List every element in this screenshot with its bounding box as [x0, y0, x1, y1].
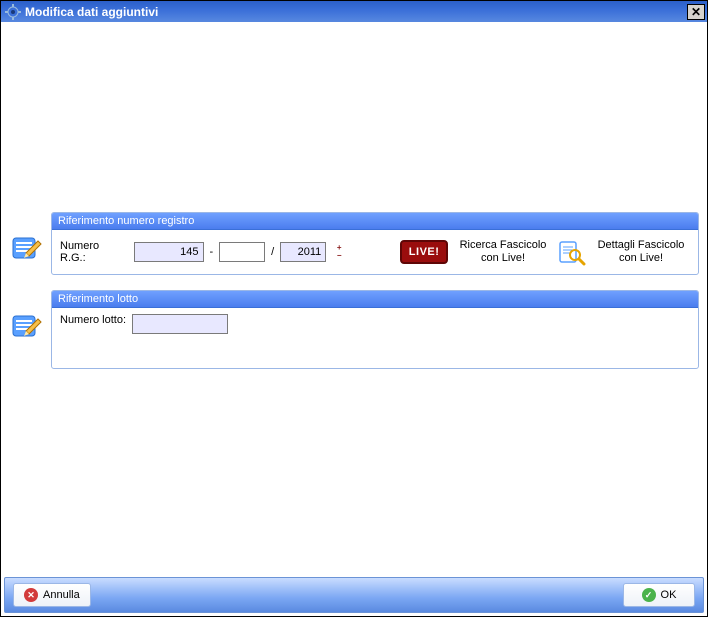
input-numero-lotto[interactable]	[132, 314, 228, 334]
label-numero-lotto: Numero lotto:	[60, 314, 126, 326]
panel-numero-lotto: Riferimento lotto Numero lotto:	[51, 290, 699, 369]
dettagli-fascicolo-button[interactable]: Dettagli Fascicolo con Live!	[592, 239, 690, 265]
ricerca-label: Ricerca Fascicolo con Live!	[454, 239, 552, 265]
cancel-button[interactable]: ✕ Annulla	[13, 583, 91, 607]
live-badge[interactable]: LIVE!	[400, 240, 448, 264]
ok-label: OK	[661, 589, 677, 601]
titlebar: Modifica dati aggiuntivi ✕	[1, 1, 707, 23]
gear-icon	[5, 4, 21, 20]
panel-numero-registro: Riferimento numero registro Numero R.G.:…	[51, 212, 699, 275]
label-numero-rg: Numero R.G.:	[60, 240, 128, 264]
input-rg-1[interactable]	[134, 242, 204, 262]
cancel-label: Annulla	[43, 589, 80, 601]
stepper-down-icon[interactable]: −	[334, 252, 344, 260]
footer-bar: ✕ Annulla ✓ OK	[4, 577, 704, 613]
close-button[interactable]: ✕	[687, 4, 705, 20]
edit-icon	[11, 232, 43, 264]
ok-button[interactable]: ✓ OK	[623, 583, 695, 607]
input-rg-year[interactable]	[280, 242, 326, 262]
close-icon: ✕	[691, 6, 701, 18]
panel-header-registro: Riferimento numero registro	[52, 213, 698, 230]
separator-dash: -	[210, 246, 214, 258]
window-title: Modifica dati aggiuntivi	[25, 5, 158, 19]
separator-slash: /	[271, 246, 274, 258]
cancel-icon: ✕	[24, 588, 38, 602]
input-rg-2[interactable]	[219, 242, 265, 262]
panel-header-lotto: Riferimento lotto	[52, 291, 698, 308]
magnify-icon[interactable]	[558, 238, 586, 266]
year-stepper[interactable]: + −	[334, 244, 344, 260]
ricerca-fascicolo-button[interactable]: Ricerca Fascicolo con Live!	[454, 239, 552, 265]
content-area: Riferimento numero registro Numero R.G.:…	[1, 22, 707, 573]
edit-icon	[11, 310, 43, 342]
dettagli-label: Dettagli Fascicolo con Live!	[592, 239, 690, 265]
ok-icon: ✓	[642, 588, 656, 602]
